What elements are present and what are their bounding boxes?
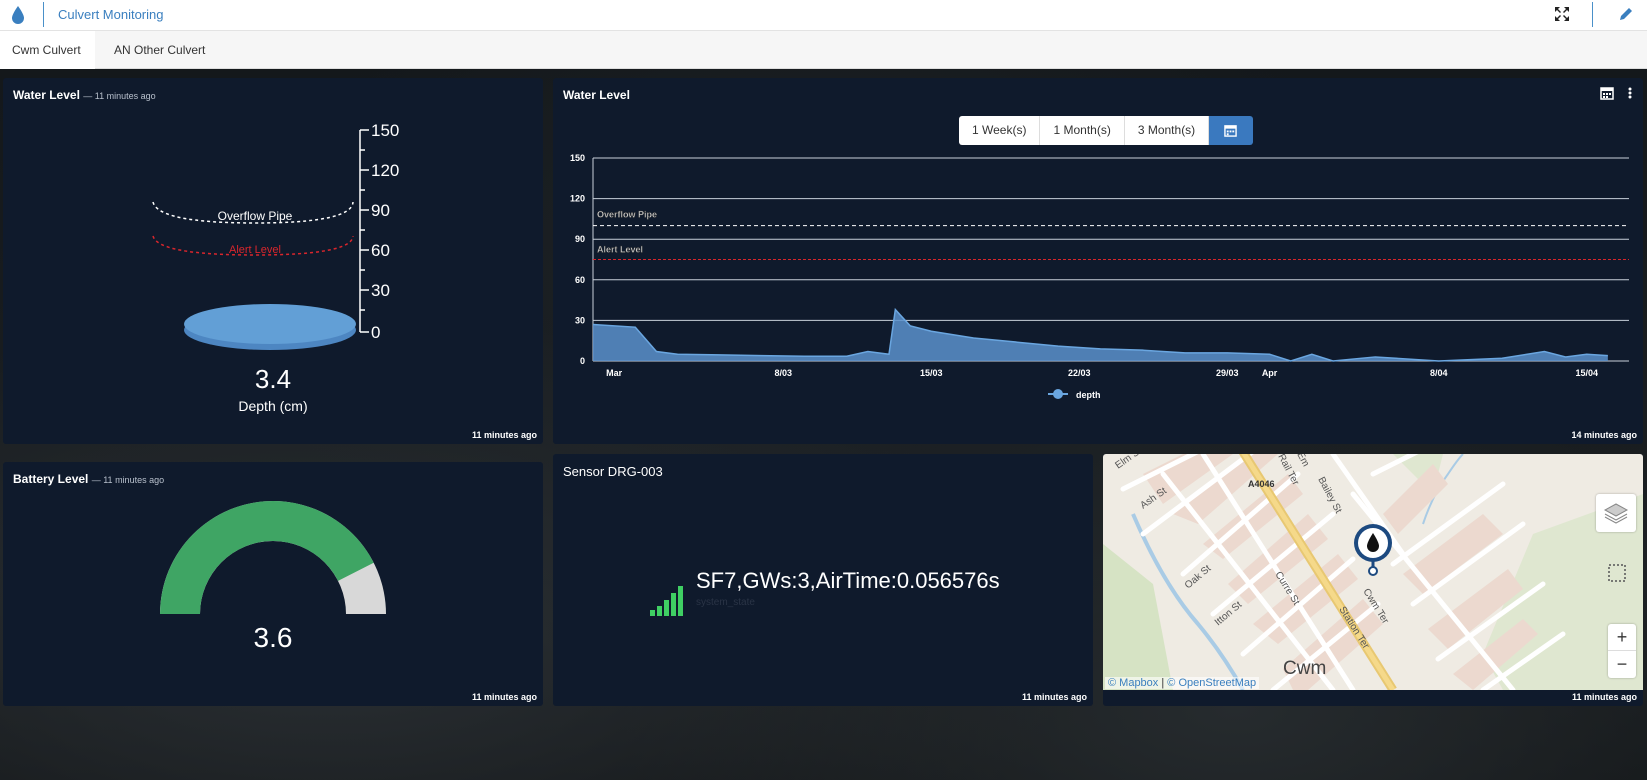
legend-marker[interactable] — [1053, 389, 1063, 399]
mapbox-link[interactable]: © Mapbox — [1108, 677, 1158, 689]
map-label: Bailey St — [1315, 475, 1343, 515]
topbar-divider — [43, 2, 44, 27]
water-level-unit: Depth (cm) — [238, 398, 308, 414]
alert-level-label: Alert Level — [597, 245, 643, 255]
x-tick-label: 29/03 — [1216, 368, 1239, 378]
scale-tick: 150 — [371, 121, 399, 140]
widget-timestamp: 11 minutes ago — [1571, 692, 1637, 702]
map-attribution: © Mapbox | © OpenStreetMap — [1105, 677, 1260, 689]
location-marker-icon[interactable] — [1354, 524, 1392, 576]
y-tick-label: 120 — [570, 194, 585, 204]
legend-label[interactable]: depth — [1076, 390, 1101, 400]
widget-timestamp: 11 minutes ago — [471, 692, 537, 702]
x-tick-label: Mar — [606, 368, 623, 378]
water-drop-icon[interactable] — [10, 4, 26, 26]
zoom-control: + − — [1608, 624, 1636, 678]
battery-gauge — [160, 500, 386, 614]
map-canvas[interactable]: A4046 Ash St Elm St Oak St Itton St Curr… — [1103, 454, 1643, 690]
battery-value: 3.6 — [253, 622, 293, 653]
tab-an-other-culvert[interactable]: AN Other Culvert — [102, 31, 217, 69]
tab-cwm-culvert[interactable]: Cwm Culvert — [0, 31, 95, 69]
gauge-fill — [160, 500, 374, 614]
pencil-icon[interactable] — [1618, 6, 1634, 22]
scale-tick: 120 — [371, 161, 399, 180]
signal-strength-icon — [650, 586, 683, 616]
scale-tick: 90 — [371, 201, 390, 220]
topbar-divider-right — [1592, 2, 1593, 27]
alert-level-label: Alert Level — [229, 244, 281, 256]
x-tick-label: 22/03 — [1068, 368, 1091, 378]
widget-timestamp: 11 minutes ago — [471, 430, 537, 440]
depth-area — [593, 309, 1608, 361]
overflow-pipe-label: Overflow Pipe — [218, 209, 293, 223]
scale-tick: 0 — [371, 323, 380, 342]
top-bar: Culvert Monitoring — [0, 0, 1647, 31]
widget-timestamp: 14 minutes ago — [1571, 430, 1637, 440]
map-label: A4046 — [1248, 479, 1275, 489]
tab-bar: Cwm Culvert AN Other Culvert — [0, 31, 1647, 69]
location-map[interactable]: A4046 Ash St Elm St Oak St Itton St Curr… — [1103, 454, 1643, 690]
layers-icon — [1603, 503, 1629, 524]
widget-title: Sensor DRG-003 — [563, 464, 663, 479]
openstreetmap-link[interactable]: © OpenStreetMap — [1167, 677, 1256, 689]
y-tick-label: 60 — [575, 275, 585, 285]
x-tick-label: 15/04 — [1575, 368, 1598, 378]
water-level-widget: Water Level — 11 minutes ago 150 120 90 … — [3, 78, 543, 444]
y-tick-label: 0 — [580, 356, 585, 366]
y-tick-label: 90 — [575, 234, 585, 244]
battery-level-widget: Battery Level — 11 minutes ago 3.6 11 mi… — [3, 462, 543, 706]
sensor-status: SF7,GWs:3,AirTime:0.056576s — [696, 568, 1000, 593]
x-tick-label: 15/03 — [920, 368, 943, 378]
water-level-chart-widget: Water Level 1 Week(s) 1 Month(s) 3 Month… — [553, 78, 1643, 444]
water-level-value: 3.4 — [254, 364, 292, 394]
zoom-out-button[interactable]: − — [1608, 651, 1636, 678]
x-tick-label: 8/03 — [775, 368, 793, 378]
sensor-widget: Sensor DRG-003 SF7,GWs:3,AirTime:0.05657… — [553, 454, 1093, 706]
overflow-pipe-label: Overflow Pipe — [597, 210, 657, 220]
y-tick-label: 30 — [575, 315, 585, 325]
x-tick-label: Apr — [1262, 368, 1278, 378]
sensor-sub-label: system_state — [696, 597, 755, 608]
map-town-label: Cwm — [1283, 658, 1326, 679]
select-area-icon[interactable] — [1607, 563, 1627, 583]
y-tick-label: 150 — [570, 153, 585, 163]
x-tick-label: 8/04 — [1430, 368, 1448, 378]
app-title[interactable]: Culvert Monitoring — [58, 7, 164, 22]
widget-timestamp: 11 minutes ago — [1021, 692, 1087, 702]
fullscreen-icon[interactable] — [1554, 6, 1570, 22]
zoom-in-button[interactable]: + — [1608, 624, 1636, 651]
scale-tick: 60 — [371, 241, 390, 260]
layers-button[interactable] — [1596, 494, 1636, 532]
water-level-chart: 0 30 60 90 120 150 Mar 8/03 15/03 22/03 29/03 Apr 8/… — [570, 153, 1629, 400]
map-label: Elm St — [1113, 454, 1144, 471]
scale-tick: 30 — [371, 281, 390, 300]
map-label: Em — [1294, 454, 1311, 469]
